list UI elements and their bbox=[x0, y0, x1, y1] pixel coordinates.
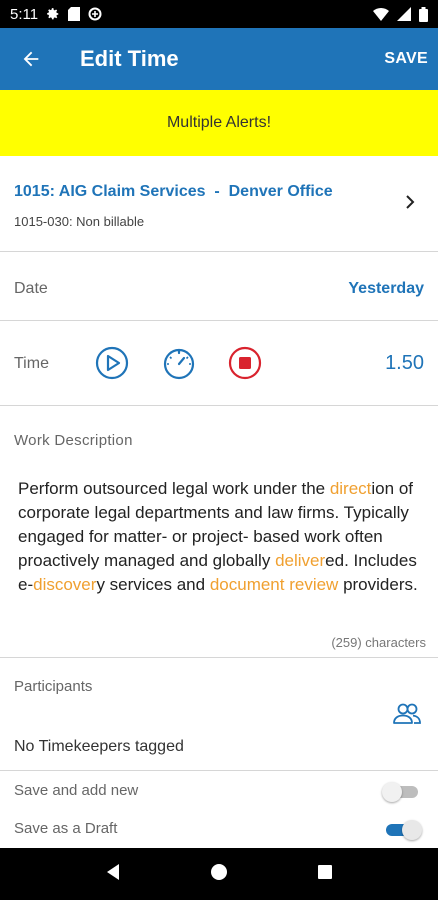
description-text-segment: y services and bbox=[96, 575, 210, 594]
work-description-input[interactable]: Perform outsourced legal work under the … bbox=[18, 477, 428, 597]
sd-card-icon bbox=[68, 7, 81, 21]
project-name: 1015: AIG Claim Services - Denver Office bbox=[14, 183, 333, 200]
battery-icon bbox=[419, 6, 428, 22]
time-label: Time bbox=[14, 355, 49, 372]
project-selector[interactable]: 1015: AIG Claim Services - Denver Office… bbox=[0, 156, 438, 252]
work-description-section: Work Description Perform outsourced lega… bbox=[0, 407, 438, 658]
date-row[interactable]: Date Yesterday bbox=[0, 253, 438, 321]
participants-empty-text: No Timekeepers tagged bbox=[14, 738, 184, 755]
alert-text: Multiple Alerts! bbox=[166, 114, 272, 131]
triangle-back-icon bbox=[106, 863, 119, 880]
timer-icon bbox=[163, 348, 195, 380]
nav-back-button[interactable] bbox=[105, 863, 121, 886]
status-bar: 5:11 bbox=[0, 0, 438, 28]
play-icon bbox=[95, 346, 129, 380]
play-button[interactable] bbox=[95, 346, 129, 380]
stop-button[interactable] bbox=[228, 346, 262, 380]
highlighted-term: document review bbox=[209, 575, 339, 594]
time-row: Time 1.50 bbox=[0, 322, 438, 406]
page-title: Edit Time bbox=[80, 46, 179, 71]
highlighted-term: direct bbox=[329, 479, 372, 498]
settings-icon bbox=[46, 7, 60, 21]
date-value[interactable]: Yesterday bbox=[348, 280, 424, 298]
timer-button[interactable] bbox=[162, 346, 196, 380]
wifi-icon bbox=[373, 7, 389, 21]
participants-section: Participants No Timekeepers tagged bbox=[0, 659, 438, 771]
cellular-icon bbox=[397, 7, 411, 21]
description-text-segment: Perform outsourced legal work under the bbox=[18, 479, 330, 498]
date-label: Date bbox=[14, 280, 48, 297]
project-task: 1015-030: Non billable bbox=[14, 214, 145, 229]
save-and-add-new-toggle[interactable] bbox=[382, 782, 420, 802]
chevron-right-icon bbox=[406, 195, 415, 209]
save-as-draft-row: Save as a Draft bbox=[0, 810, 438, 848]
people-icon bbox=[393, 703, 421, 724]
back-button[interactable] bbox=[0, 28, 62, 90]
highlighted-term: deliver bbox=[275, 551, 326, 570]
save-and-add-new-row: Save and add new bbox=[0, 772, 438, 810]
status-time: 5:11 bbox=[10, 5, 39, 23]
system-nav-bar bbox=[0, 848, 438, 900]
square-recents-icon bbox=[318, 864, 333, 879]
character-count: (259) characters bbox=[331, 635, 426, 650]
work-description-label: Work Description bbox=[14, 432, 133, 449]
sync-icon bbox=[88, 7, 102, 21]
description-text-segment: providers. bbox=[338, 575, 418, 594]
time-value[interactable]: 1.50 bbox=[385, 352, 424, 375]
participants-label: Participants bbox=[14, 678, 93, 695]
nav-home-button[interactable] bbox=[210, 863, 228, 886]
nav-recents-button[interactable] bbox=[317, 864, 333, 885]
save-button[interactable]: SAVE bbox=[384, 50, 428, 68]
highlighted-term: discover bbox=[33, 575, 97, 594]
arrow-back-icon bbox=[23, 51, 39, 67]
stop-icon bbox=[228, 346, 262, 380]
save-and-add-new-label: Save and add new bbox=[14, 782, 139, 799]
save-as-draft-label: Save as a Draft bbox=[14, 820, 118, 837]
add-participants-button[interactable] bbox=[392, 703, 422, 730]
app-bar: Edit Time SAVE bbox=[0, 28, 438, 90]
save-as-draft-toggle[interactable] bbox=[384, 820, 422, 840]
circle-home-icon bbox=[210, 863, 227, 880]
alert-banner[interactable]: Multiple Alerts! bbox=[0, 90, 438, 156]
